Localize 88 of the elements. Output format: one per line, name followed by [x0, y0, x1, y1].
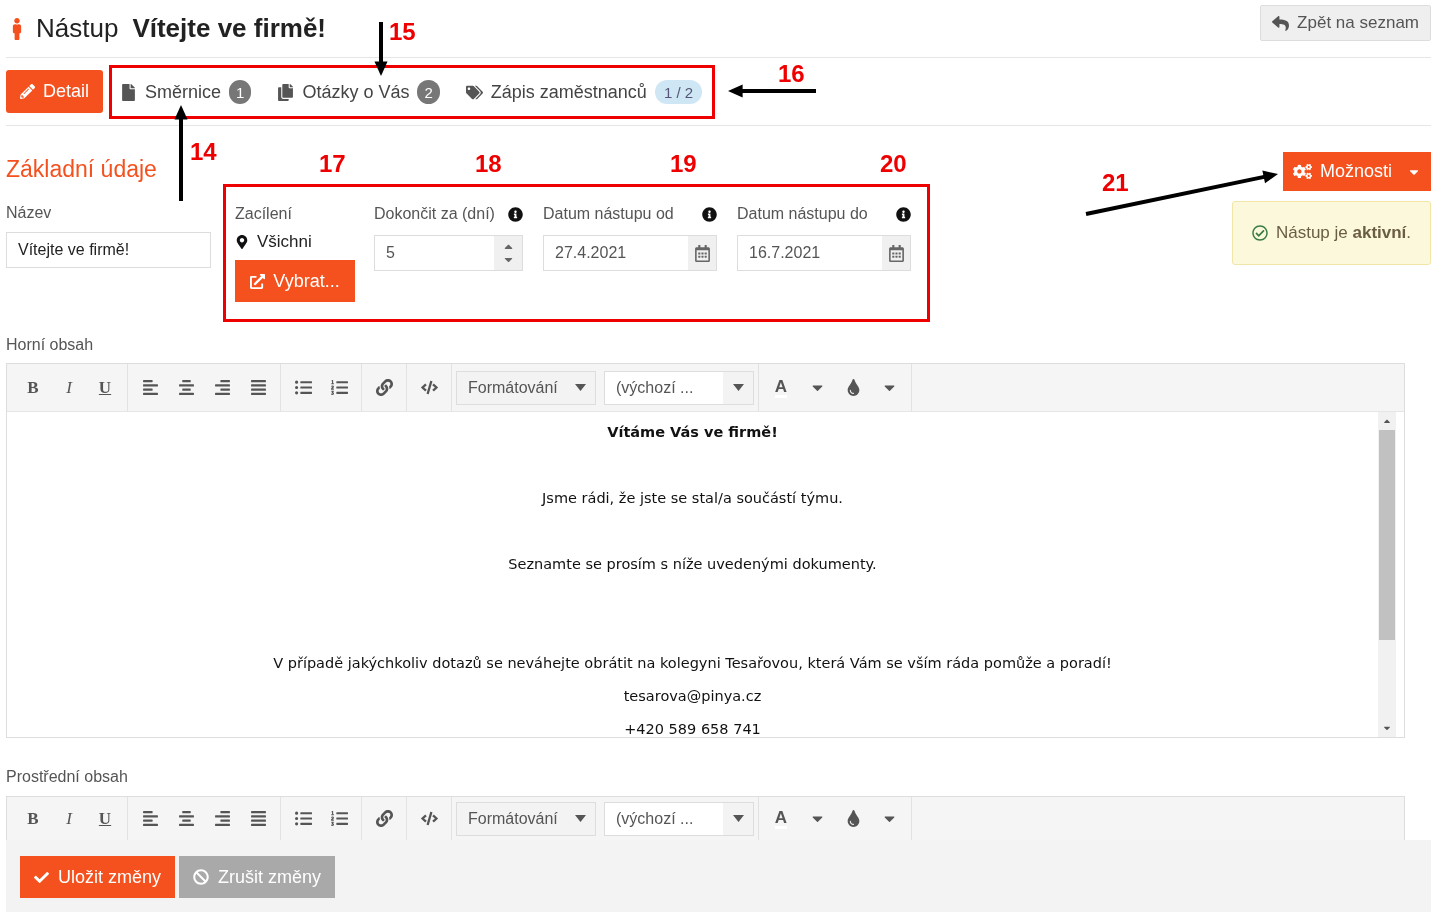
select-button[interactable]: Vybrat...: [235, 260, 355, 302]
settings-icon: [1293, 162, 1312, 181]
calendar-icon: [887, 244, 905, 262]
field-label: Datum nástupu od: [543, 205, 674, 223]
save-button[interactable]: Uložit změny: [20, 856, 176, 898]
annotation-number: 16: [778, 60, 805, 88]
info-icon: [702, 206, 717, 222]
align-left-icon: [141, 810, 159, 827]
page-title: Vítejte ve firmě!: [132, 13, 327, 44]
italic-button[interactable]: I: [51, 802, 87, 835]
tab[interactable]: Zápis zaměstnanců 1 / 2: [465, 80, 703, 104]
field-label: Zacílení: [235, 205, 292, 223]
options-button[interactable]: Možnosti: [1283, 152, 1431, 191]
bullet-list-icon: [294, 810, 312, 827]
annotation-number: 18: [475, 150, 502, 178]
field-label: Datum nástupu do: [737, 205, 868, 223]
tab[interactable]: Otázky o Vás 2: [277, 80, 440, 104]
align-right-icon: [213, 810, 231, 827]
editor-paragraph: +420 589 658 741: [623, 720, 762, 739]
editor-paragraph: Vítáme Vás ve firmě!: [606, 423, 779, 442]
editor-paragraph: Jsme rádi, že jste se stal/a součástí týmu.: [540, 489, 844, 508]
caret-icon: [732, 815, 744, 822]
caret-icon: [732, 384, 744, 391]
copy-icon: [277, 83, 295, 101]
code-icon: [420, 810, 438, 827]
font-dropdown[interactable]: (výchozí ...: [604, 801, 754, 836]
info-icon: [508, 206, 523, 222]
back-button[interactable]: Zpět na seznam: [1260, 5, 1431, 41]
check-icon: [34, 869, 49, 885]
underline-button[interactable]: U: [87, 802, 123, 835]
bold-button[interactable]: B: [15, 371, 51, 404]
section-title: Základní údaje: [6, 156, 158, 184]
numbered-list-icon: [330, 379, 348, 396]
code-icon: [420, 379, 438, 396]
number-input[interactable]: 5: [374, 235, 523, 271]
status-alert: Nástup je aktivní.: [1232, 201, 1431, 265]
annotation-number: 19: [670, 150, 697, 178]
external-link-icon: [250, 273, 266, 289]
text-color-button[interactable]: A: [763, 802, 799, 835]
editor-paragraph: tesarova@pinya.cz: [622, 687, 763, 706]
format-dropdown[interactable]: Formátování: [456, 801, 596, 836]
underline-button[interactable]: U: [87, 371, 123, 404]
calendar-icon: [693, 244, 711, 262]
numbered-list-icon: [330, 810, 348, 827]
pencil-icon: [20, 84, 35, 99]
scrollbar[interactable]: [1378, 412, 1396, 737]
link-icon: [375, 810, 393, 827]
info-icon: [896, 206, 911, 222]
align-justify-icon: [249, 810, 267, 827]
module-title: Nástup: [36, 13, 119, 44]
align-center-icon: [177, 810, 195, 827]
name-input[interactable]: Vítejte ve firmě!: [6, 232, 211, 268]
reply-icon: [1272, 14, 1290, 32]
detail-tab[interactable]: Detail: [6, 70, 104, 113]
annotation-number: 14: [190, 138, 217, 166]
align-justify-icon: [249, 379, 267, 396]
align-left-icon: [141, 379, 159, 396]
date-input[interactable]: 27.4.2021: [543, 235, 717, 271]
editor-label: Prostřední obsah: [6, 768, 129, 787]
italic-button[interactable]: I: [51, 371, 87, 404]
ban-icon: [193, 869, 210, 885]
font-dropdown[interactable]: (výchozí ...: [604, 370, 754, 405]
link-icon: [375, 379, 393, 396]
annotation-arrow: [374, 22, 388, 76]
format-dropdown[interactable]: Formátování: [456, 370, 596, 405]
align-center-icon: [177, 379, 195, 396]
editor-label: Horní obsah: [6, 336, 95, 355]
file-icon: [120, 83, 138, 101]
field-label: Dokončit za (dní): [374, 205, 495, 223]
align-right-icon: [213, 379, 231, 396]
editor-paragraph: Seznamte se prosím s níže uvedenými dokumenty.: [507, 555, 878, 574]
bold-button[interactable]: B: [15, 802, 51, 835]
annotation-number: 17: [319, 150, 346, 178]
caret-icon: [574, 815, 586, 822]
editor-paragraph: V případě jakýchkoliv dotazů se neváhejte obrátit na kolegyni Tesařovou, která Vám se vším ráda pomůže a poradí!: [272, 654, 1113, 673]
tab[interactable]: Směrnice 1: [120, 80, 252, 104]
tags-icon: [465, 83, 483, 101]
map-pin-icon: [235, 235, 249, 249]
text-color-button[interactable]: A: [763, 371, 799, 404]
date-input[interactable]: 16.7.2021: [737, 235, 911, 271]
target-value: Všichni: [257, 232, 312, 252]
annotation-number: 20: [880, 150, 907, 178]
field-label: Název: [6, 204, 53, 223]
rich-text-editor[interactable]: B I U Formátování (výchozí ... A: [6, 796, 1405, 840]
caret-icon: [574, 384, 586, 391]
bullet-list-icon: [294, 379, 312, 396]
annotation-number: 21: [1102, 169, 1129, 197]
annotation-number: 15: [389, 18, 416, 46]
